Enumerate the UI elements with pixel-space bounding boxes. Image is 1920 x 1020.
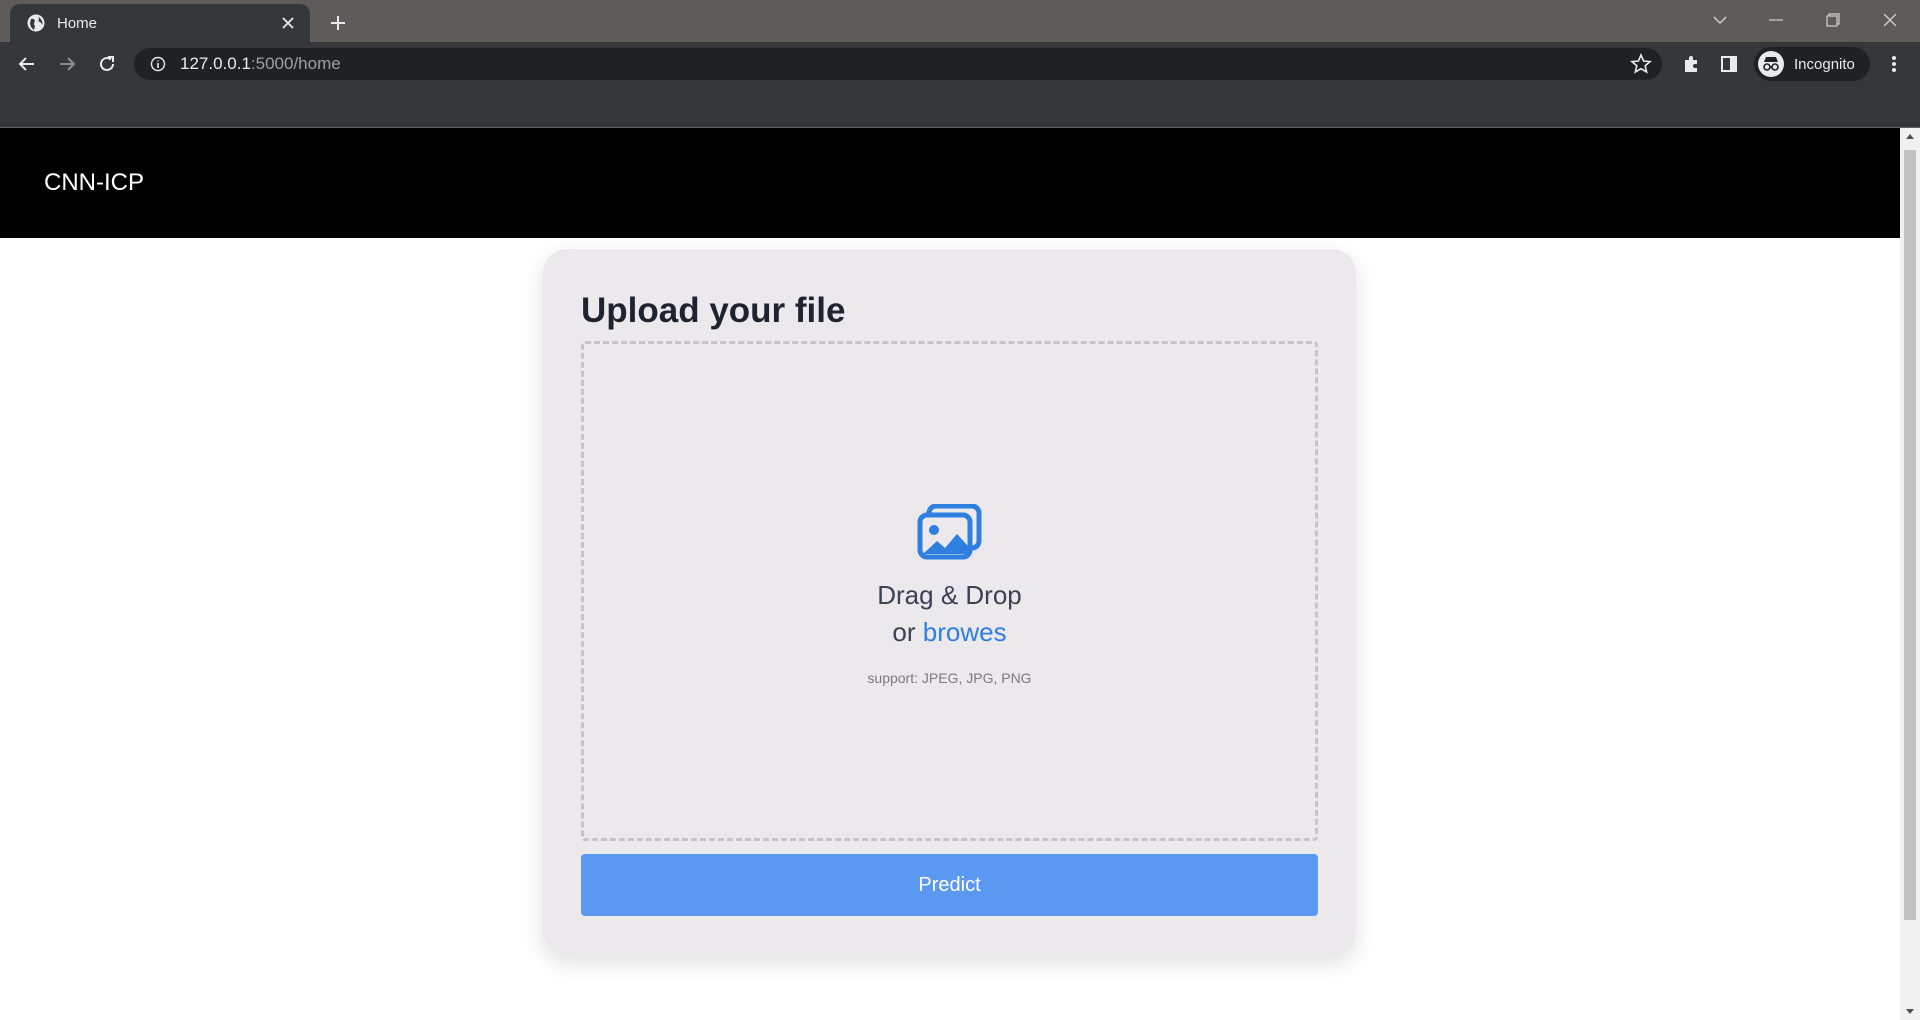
tab-title: Home	[57, 14, 98, 32]
browser-tabstrip: Home	[0, 0, 1920, 42]
profile-label: Incognito	[1794, 55, 1855, 73]
incognito-profile-button[interactable]: Incognito	[1754, 47, 1870, 81]
browser-tab-home[interactable]: Home	[10, 4, 310, 42]
site-brand[interactable]: CNN-ICP	[44, 169, 144, 197]
images-icon	[917, 504, 981, 560]
back-arrow-icon[interactable]	[12, 49, 42, 79]
side-panel-icon[interactable]	[1714, 49, 1744, 79]
menu-dots-icon[interactable]	[1879, 49, 1909, 79]
url-host: 127.0.0.1	[180, 54, 251, 73]
page-scrollbar[interactable]	[1900, 128, 1920, 1020]
tab-search-icon[interactable]	[1692, 0, 1748, 40]
address-bar[interactable]: 127.0.0.1:5000/home	[134, 48, 1662, 80]
window-close-icon[interactable]	[1862, 0, 1918, 40]
file-dropzone[interactable]: Drag & Drop or browes support: JPEG, JPG…	[581, 341, 1318, 841]
close-icon[interactable]	[278, 13, 298, 33]
page-viewport: CNN-ICP Upload your file Drag & Drop or …	[0, 128, 1900, 1020]
minimize-icon[interactable]	[1748, 0, 1804, 40]
supported-formats-text: support: JPEG, JPG, PNG	[867, 670, 1032, 686]
or-text: or	[892, 617, 916, 647]
browse-link[interactable]: browes	[923, 617, 1007, 647]
new-tab-button[interactable]	[323, 8, 353, 38]
globe-icon	[26, 13, 46, 33]
scrollbar-thumb[interactable]	[1904, 150, 1916, 920]
scroll-up-arrow-icon[interactable]	[1906, 134, 1914, 139]
upload-title: Upload your file	[581, 291, 846, 330]
or-browse-line: or browes	[892, 617, 1006, 648]
predict-button[interactable]: Predict	[581, 854, 1318, 916]
incognito-icon	[1758, 51, 1784, 77]
info-icon[interactable]	[150, 56, 166, 72]
extensions-icon[interactable]	[1676, 49, 1706, 79]
restore-icon[interactable]	[1805, 0, 1861, 40]
bookmarks-bar	[0, 86, 1920, 128]
forward-arrow-icon[interactable]	[52, 49, 82, 79]
site-navbar: CNN-ICP	[0, 128, 1900, 238]
bookmark-star-icon[interactable]	[1630, 53, 1652, 75]
url-path: :5000/home	[250, 54, 341, 73]
browser-toolbar: 127.0.0.1:5000/home Incognito	[0, 42, 1920, 86]
upload-card: Upload your file Drag & Drop or browes s…	[543, 249, 1356, 955]
drag-drop-text: Drag & Drop	[877, 580, 1022, 610]
reload-icon[interactable]	[92, 49, 122, 79]
scroll-down-arrow-icon[interactable]	[1906, 1009, 1914, 1014]
